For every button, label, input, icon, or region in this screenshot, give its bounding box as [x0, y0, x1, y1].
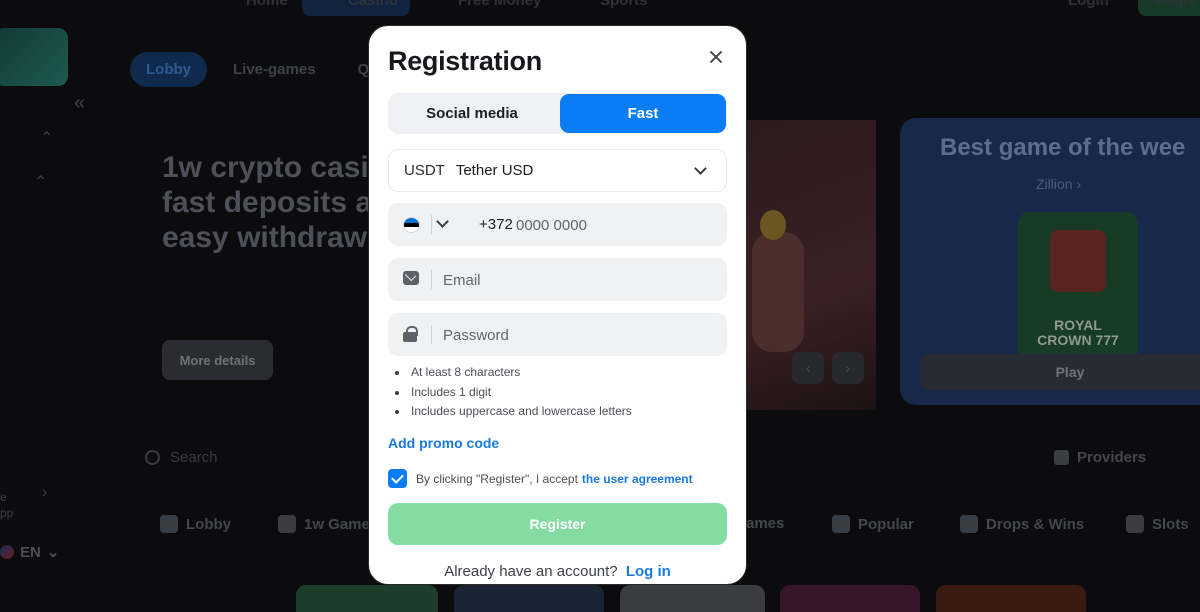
divider	[431, 215, 432, 234]
password-rule: Includes 1 digit	[395, 383, 632, 403]
currency-code: USDT	[404, 162, 445, 179]
user-agreement-link[interactable]: the user agreement	[582, 472, 693, 486]
phone-prefix: +372	[479, 216, 513, 233]
chevron-down-icon	[694, 162, 707, 175]
phone-field: +372	[388, 203, 727, 246]
tab-social-media[interactable]: Social media	[389, 94, 555, 133]
tab-fast[interactable]: Fast	[560, 94, 726, 133]
close-icon[interactable]	[705, 46, 727, 68]
login-link[interactable]: Log in	[626, 563, 671, 580]
login-prompt-row: Already have an account? Log in	[369, 563, 746, 580]
login-prompt: Already have an account?	[444, 563, 618, 580]
estonia-flag-icon[interactable]	[403, 217, 420, 233]
agreement-row: By clicking "Register", I accept the use…	[388, 469, 693, 488]
divider	[431, 325, 432, 344]
modal-title: Registration	[388, 46, 542, 76]
password-rules: At least 8 characters Includes 1 digit I…	[395, 363, 632, 422]
phone-input[interactable]	[516, 212, 706, 238]
agreement-checkbox[interactable]	[388, 469, 407, 488]
lock-icon	[403, 326, 418, 342]
registration-method-tabs: Social media Fast	[388, 93, 727, 134]
country-chevron-down-icon[interactable]	[436, 215, 449, 228]
registration-modal: Registration Social media Fast USDT Teth…	[368, 25, 747, 585]
register-button[interactable]: Register	[388, 503, 727, 545]
email-input[interactable]	[443, 267, 713, 293]
password-input[interactable]	[443, 322, 713, 348]
password-rule: Includes uppercase and lowercase letters	[395, 402, 632, 422]
mail-icon	[403, 271, 419, 285]
currency-select[interactable]: USDT Tether USD	[388, 149, 727, 192]
password-field	[388, 313, 727, 356]
agreement-text: By clicking "Register", I accept	[416, 471, 578, 486]
add-promo-code-link[interactable]: Add promo code	[388, 435, 499, 451]
email-field	[388, 258, 727, 301]
password-rule: At least 8 characters	[395, 363, 632, 383]
divider	[431, 270, 432, 289]
currency-name: Tether USD	[455, 162, 534, 179]
